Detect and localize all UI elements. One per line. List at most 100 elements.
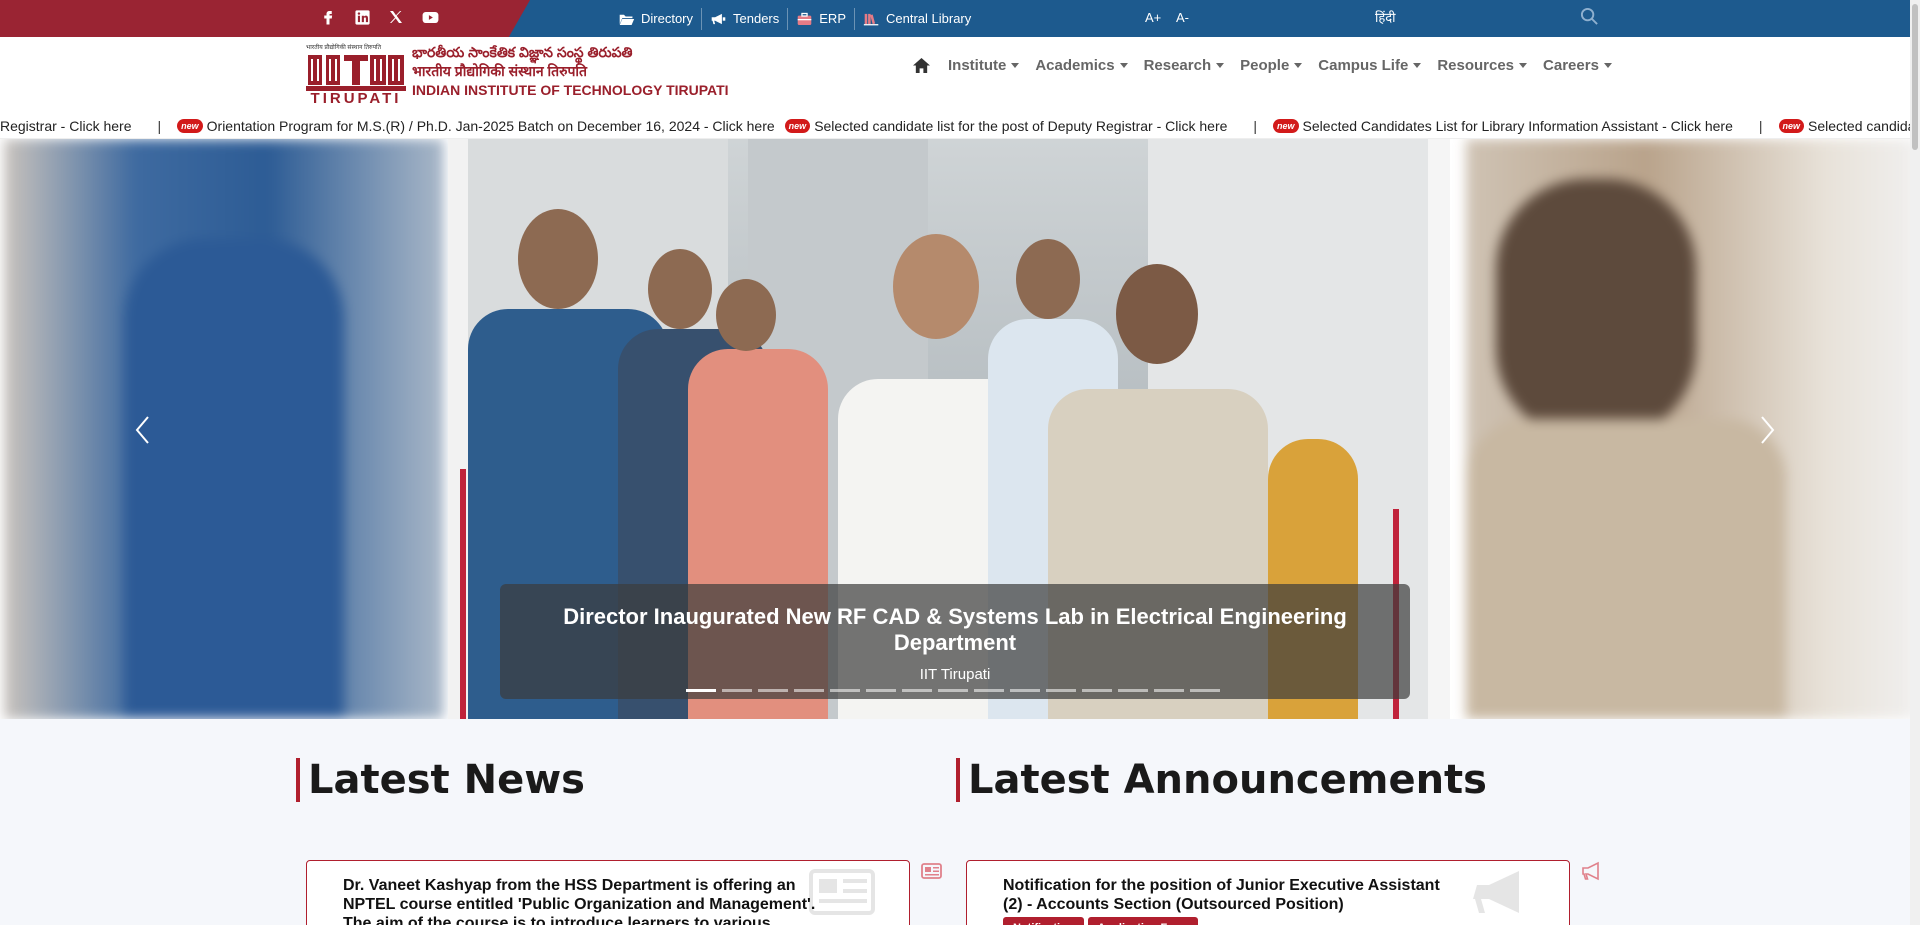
ticker-item-text: Selected candidate list for the post of … xyxy=(814,118,1228,134)
site-header: भारतीय प्रौद्योगिकी संस्थान तिरुपति TIRU… xyxy=(0,37,1920,115)
tenders-link[interactable]: Tenders xyxy=(702,7,789,30)
erp-label: ERP xyxy=(819,11,846,26)
announcement-card[interactable]: Notification for the position of Junior … xyxy=(966,860,1570,925)
carousel-indicator[interactable] xyxy=(1046,689,1076,692)
megaphone-icon xyxy=(711,13,726,24)
latest-announcements-heading: Latest Announcements xyxy=(956,758,1487,802)
carousel-indicator[interactable] xyxy=(830,689,860,692)
nav-campus-life[interactable]: Campus Life xyxy=(1318,57,1422,74)
ticker-item[interactable]: new Orientation Program for M.S.(R) / Ph.… xyxy=(177,118,775,134)
ticker-track: Registrar - Click here | new Orientation … xyxy=(0,118,1920,134)
ticker-item[interactable]: Registrar - Click here xyxy=(0,118,131,134)
next-slide-preview xyxy=(1466,139,1916,719)
top-quick-links: Directory Tenders ERP Central Library xyxy=(610,0,979,37)
slide-caption-title: Director Inaugurated New RF CAD & System… xyxy=(563,604,1347,655)
carousel-indicator[interactable] xyxy=(758,689,788,692)
carousel-indicator[interactable] xyxy=(1082,689,1112,692)
chevron-down-icon xyxy=(1603,63,1612,68)
chevron-down-icon xyxy=(1519,63,1528,68)
institute-name-hindi: भारतीय प्रौद्योगिकी संस्थान तिरुपति xyxy=(412,63,588,79)
library-books-icon xyxy=(863,13,879,25)
announcement-item-text: Notification for the position of Junior … xyxy=(1003,876,1463,925)
nav-institute[interactable]: Institute xyxy=(948,57,1020,74)
announcement-item-title: Notification for the position of Junior … xyxy=(1003,877,1440,913)
central-library-link[interactable]: Central Library xyxy=(855,8,979,30)
carousel-indicator[interactable] xyxy=(686,689,716,692)
institute-name[interactable]: భారతీయ సాంకేతిక విజ్ఞాన సంస్థ తిరుపతి भा… xyxy=(412,43,729,100)
top-bar-red-segment xyxy=(0,0,530,37)
nav-people[interactable]: People xyxy=(1240,57,1303,74)
carousel-indicator[interactable] xyxy=(974,689,1004,692)
folder-open-icon xyxy=(618,14,635,25)
font-decrease-button[interactable]: A- xyxy=(1176,10,1189,25)
new-badge: new xyxy=(784,119,811,133)
carousel-indicator[interactable] xyxy=(1154,689,1184,692)
previous-slide-preview xyxy=(4,139,444,719)
nav-resources-label: Resources xyxy=(1437,57,1515,74)
briefcase-icon xyxy=(797,12,812,25)
new-badge: new xyxy=(177,119,203,133)
carousel-indicator[interactable] xyxy=(866,689,896,692)
page-scrollbar[interactable] xyxy=(1910,0,1920,925)
nav-research-label: Research xyxy=(1143,57,1212,74)
central-library-label: Central Library xyxy=(886,11,972,26)
directory-link[interactable]: Directory xyxy=(610,7,703,30)
facebook-icon[interactable] xyxy=(318,7,338,27)
carousel-indicator[interactable] xyxy=(1010,689,1040,692)
ticker-item-text: Selected Candidates List for Library Inf… xyxy=(1302,118,1733,134)
x-icon[interactable] xyxy=(386,7,406,27)
news-ticker: Registrar - Click here | new Orientation … xyxy=(0,115,1920,139)
linkedin-icon[interactable] xyxy=(352,7,372,27)
carousel-next-button[interactable] xyxy=(1757,415,1777,445)
tenders-label: Tenders xyxy=(733,11,780,26)
ticker-item[interactable]: new Selected candidate list for the post … xyxy=(784,118,1228,134)
chevron-down-icon xyxy=(1413,63,1422,68)
news-item-text: Dr. Vaneet Kashyap from the HSS Departme… xyxy=(343,877,816,925)
slide-caption: Director Inaugurated New RF CAD & System… xyxy=(500,584,1410,699)
nav-institute-label: Institute xyxy=(948,57,1007,74)
new-badge: new xyxy=(1273,119,1299,133)
language-toggle[interactable]: हिंदी xyxy=(1375,8,1396,26)
nav-academics-label: Academics xyxy=(1035,57,1115,74)
carousel-indicator[interactable] xyxy=(794,689,824,692)
chevron-right-icon xyxy=(1761,416,1775,444)
nav-resources[interactable]: Resources xyxy=(1437,57,1528,74)
nav-research[interactable]: Research xyxy=(1144,57,1225,74)
chevron-down-icon xyxy=(1294,63,1303,68)
nav-people-label: People xyxy=(1240,57,1290,74)
carousel-indicators xyxy=(686,689,1220,692)
ticker-item[interactable]: newSelected candidate lis xyxy=(1778,118,1920,134)
nav-campus-life-label: Campus Life xyxy=(1318,57,1409,74)
institute-name-telugu: భారతీయ సాంకేతిక విజ్ఞాన సంస్థ తిరుపతి xyxy=(412,44,633,60)
application-form-tag[interactable]: Application Form xyxy=(1087,917,1198,925)
carousel-indicator[interactable] xyxy=(1118,689,1148,692)
ticker-item-text: Registrar - Click here xyxy=(0,118,132,134)
top-utility-bar: Directory Tenders ERP Central Library A+… xyxy=(0,0,1920,37)
carousel-indicator[interactable] xyxy=(902,689,932,692)
erp-link[interactable]: ERP xyxy=(788,7,855,30)
font-increase-button[interactable]: A+ xyxy=(1145,10,1161,25)
carousel-indicator[interactable] xyxy=(1190,689,1220,692)
youtube-icon[interactable] xyxy=(420,7,440,27)
main-navigation: Institute Academics Research People Camp… xyxy=(912,37,1612,94)
logo-hindi-text: भारतीय प्रौद्योगिकी संस्थान तिरुपति xyxy=(306,45,382,51)
ticker-separator: | xyxy=(1253,118,1258,134)
social-links xyxy=(318,7,440,27)
slide-caption-subtitle: IIT Tirupati xyxy=(919,666,991,683)
search-icon[interactable] xyxy=(1580,7,1600,27)
hero-carousel: Director Inaugurated New RF CAD & System… xyxy=(0,139,1920,719)
carousel-prev-button[interactable] xyxy=(133,415,153,445)
carousel-indicator[interactable] xyxy=(938,689,968,692)
nav-careers[interactable]: Careers xyxy=(1543,57,1612,74)
newspaper-icon xyxy=(921,861,943,881)
home-icon[interactable] xyxy=(912,57,932,75)
nav-academics[interactable]: Academics xyxy=(1035,57,1128,74)
carousel-indicator[interactable] xyxy=(722,689,752,692)
news-card[interactable]: Dr. Vaneet Kashyap from the HSS Departme… xyxy=(306,860,910,925)
iit-tirupati-logo[interactable]: भारतीय प्रौद्योगिकी संस्थान तिरुपति TIRU… xyxy=(306,43,406,109)
scrollbar-thumb[interactable] xyxy=(1912,4,1918,150)
ticker-item-text: Selected candidate lis xyxy=(1808,118,1920,134)
notification-tag[interactable]: Notification xyxy=(1003,917,1084,925)
ticker-item[interactable]: new Selected Candidates List for Library … xyxy=(1273,118,1733,134)
ticker-separator: | xyxy=(1758,118,1763,134)
